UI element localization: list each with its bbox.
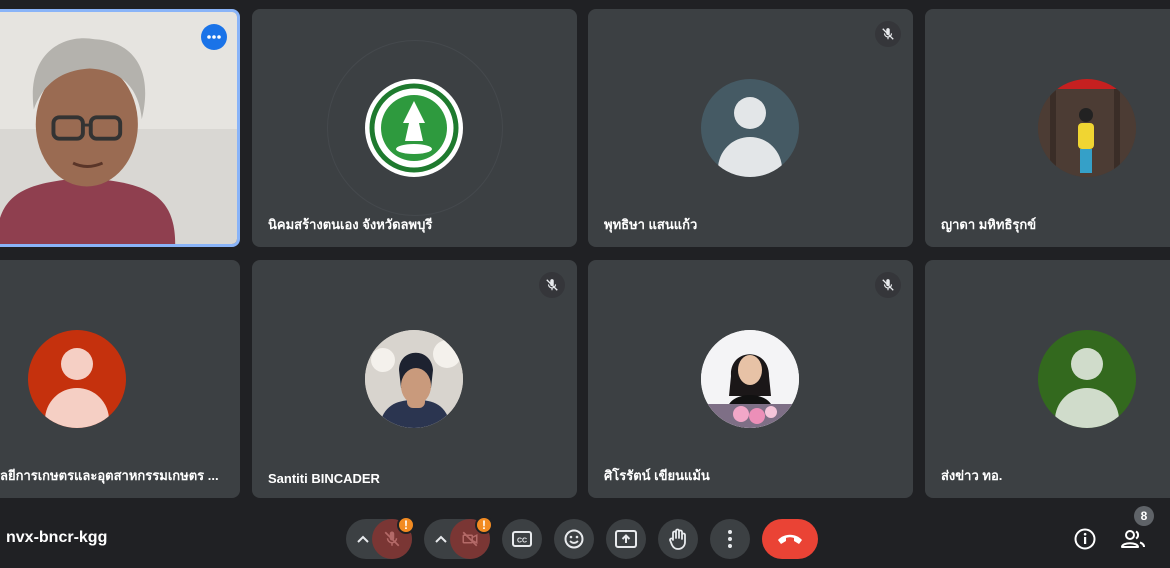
emoji-icon [564,529,584,549]
raise-hand-icon [669,528,686,550]
participant-tile-7[interactable]: ศิโรรัตน์ เขียนแม้น [588,260,913,498]
participant-tile-5[interactable]: ลยีการเกษตรและอุตสาหกรรมเกษตร ... [0,260,240,498]
participant-tile-3[interactable]: พุทธิษา แสนแก้ว [588,9,913,247]
participant-tile-2[interactable]: นิคมสร้างตนเอง จังหวัดลพบุรี [252,9,577,247]
chevron-up-icon [357,535,369,543]
profile-photo-icon [365,330,463,428]
tile-more-options-button[interactable] [201,24,227,50]
participant-name: นิคมสร้างตนเอง จังหวัดลพบุรี [268,217,433,232]
participant-tile-4[interactable]: ญาดา มหิทธิรุกข์ [925,9,1170,247]
meet-stage: นิคมสร้างตนเอง จังหวัดลพบุรี พุทธิษา แสน… [0,0,1170,568]
participant-name: ส่งข่าว ทอ. [941,468,1003,483]
raise-hand-button[interactable] [658,519,698,559]
muted-indicator [875,272,901,298]
more-vert-icon [728,530,732,548]
chevron-up-icon [435,535,447,543]
profile-photo-icon [1038,79,1136,177]
more-options-button[interactable] [710,519,750,559]
participant-name: ญาดา มหิทธิรุกข์ [941,217,1037,232]
meeting-details-button[interactable] [1065,519,1105,559]
captions-icon: CC [512,531,532,547]
mic-off-icon [882,28,894,40]
mic-off-icon [882,279,894,291]
participant-video [0,12,237,244]
participant-avatar-photo [701,330,799,428]
participant-avatar-logo [365,79,463,177]
participant-name: พุทธิษา แสนแก้ว [604,217,698,232]
muted-indicator [875,21,901,47]
profile-photo-icon [701,330,799,428]
participant-avatar [701,79,799,177]
end-call-icon [778,534,802,544]
camera-warning-badge: ! [475,516,493,534]
organization-seal-icon [368,82,460,174]
svg-text:CC: CC [517,538,527,545]
participant-avatar-photo [365,330,463,428]
present-now-button[interactable] [606,519,646,559]
participant-name: Santiti BINCADER [268,471,380,486]
participant-tile-6[interactable]: Santiti BINCADER [252,260,577,498]
meeting-controls-bar: nvx-bncr-kgg ! ! CC 8 [0,505,1170,568]
info-icon [1074,528,1096,550]
reactions-button[interactable] [554,519,594,559]
participant-tile-8[interactable]: ส่งข่าว ทอ. [925,260,1170,498]
participant-avatar [28,330,126,428]
participant-name: ศิโรรัตน์ เขียนแม้น [604,468,710,483]
captions-button[interactable]: CC [502,519,542,559]
people-icon [1121,530,1145,548]
leave-call-button[interactable] [762,519,818,559]
mic-off-icon [384,531,400,547]
participant-avatar-photo [1038,79,1136,177]
mic-warning-badge: ! [397,516,415,534]
participant-name: ลยีการเกษตรและอุตสาหกรรมเกษตร ... [0,468,219,483]
participant-avatar [1038,330,1136,428]
meeting-code: nvx-bncr-kgg [6,529,108,546]
present-screen-icon [615,530,637,548]
participant-tile-self-video[interactable] [0,9,240,247]
more-options-icon [207,35,221,39]
mic-off-icon [546,279,558,291]
camera-off-icon [462,531,478,547]
muted-indicator [539,272,565,298]
participants-count-badge: 8 [1134,506,1154,526]
